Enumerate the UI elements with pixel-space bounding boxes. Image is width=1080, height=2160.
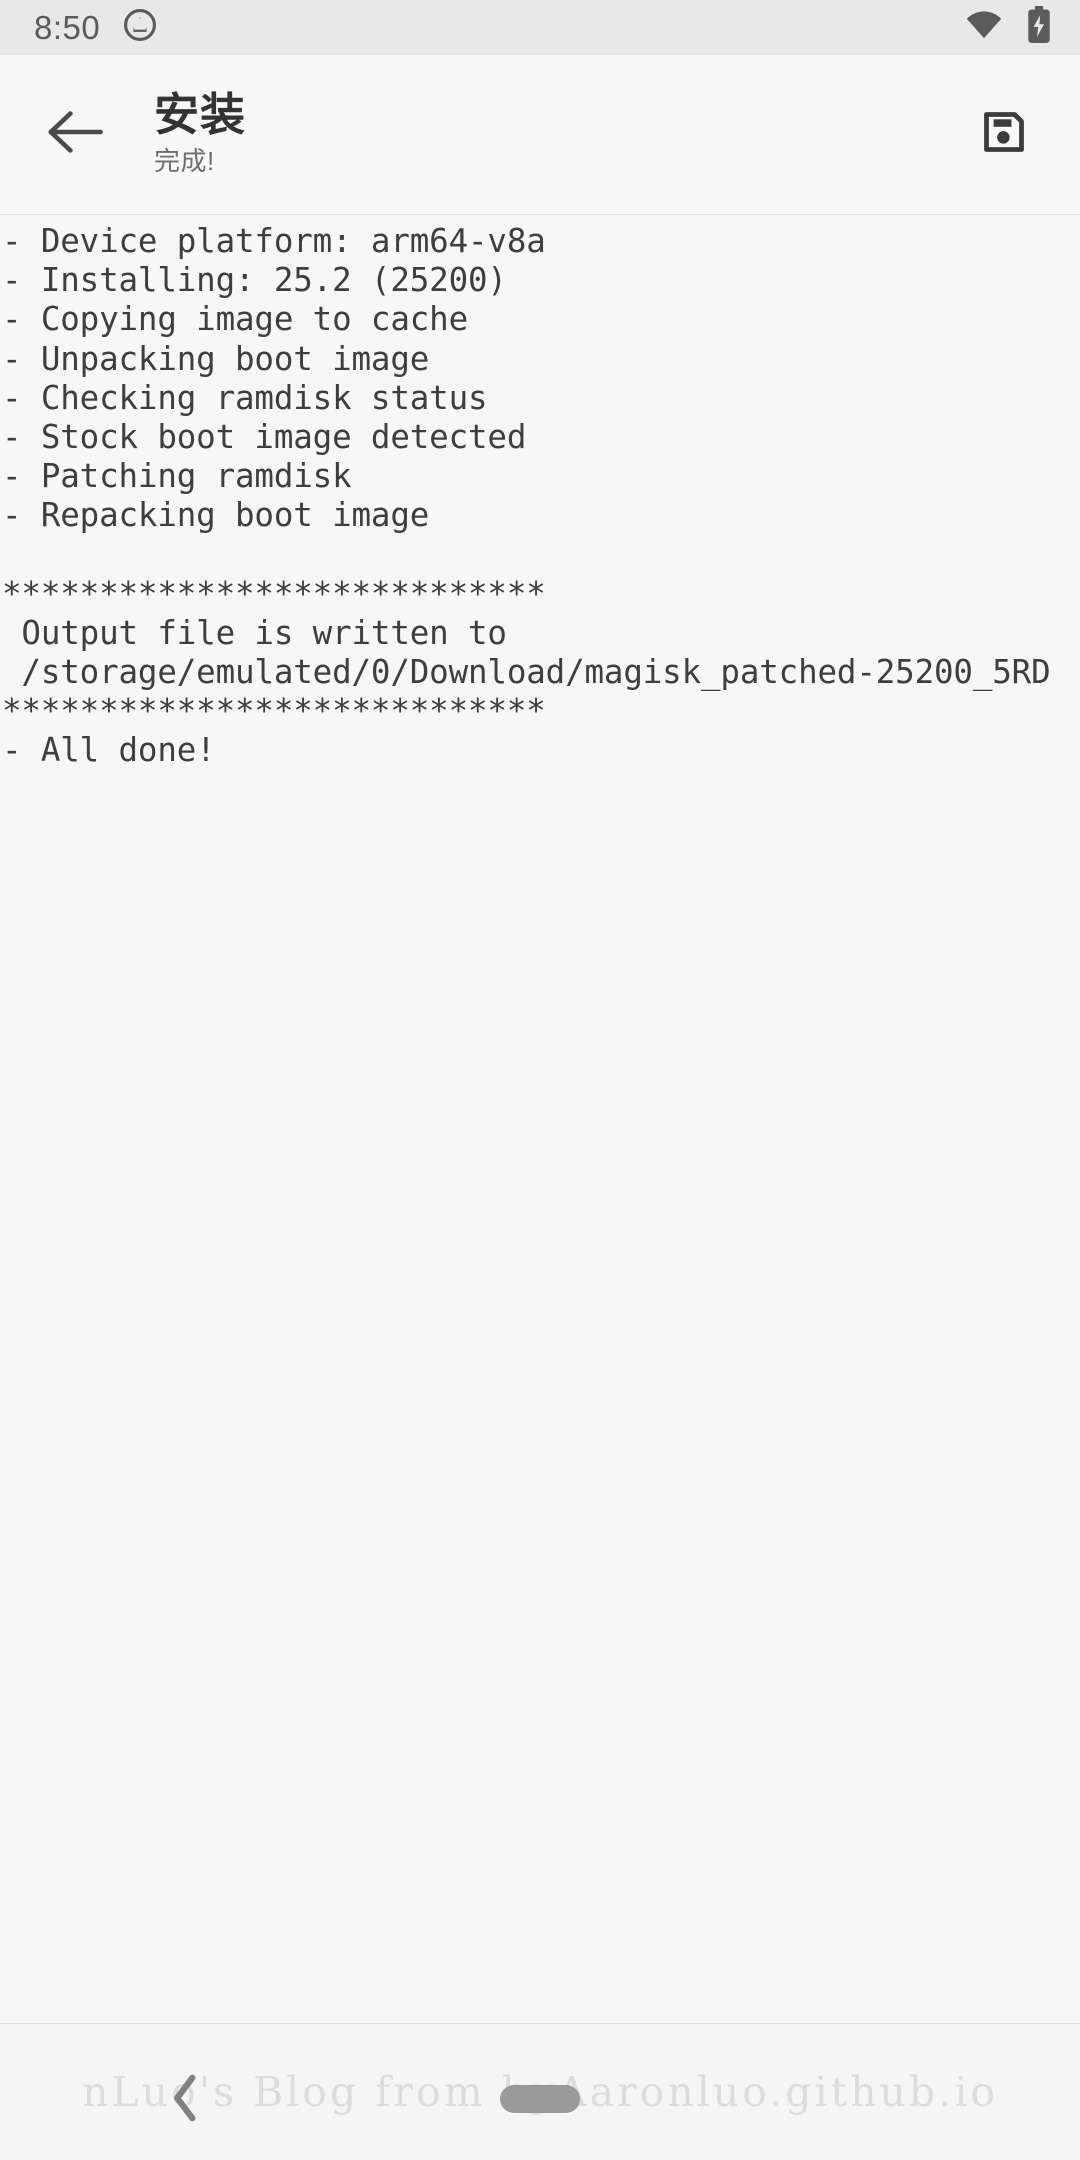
console-line: - Device platform: arm64-v8a [2,222,546,260]
status-bar-notification-icons [122,7,158,48]
console-line: - Repacking boot image [2,496,430,535]
console-line-list: - Device platform: arm64-v8a - Installing… [0,216,1080,771]
console-line: - Stock boot image detected [2,417,527,456]
magisk-circle-icon [122,7,158,48]
arrow-left-icon [48,109,104,160]
wifi-icon [964,9,1004,46]
save-icon [979,107,1029,162]
status-bar-system-icons [964,6,1052,49]
console-line: - Unpacking boot image [2,339,430,378]
console-line: - Checking ramdisk status [2,378,488,417]
console-line: - Copying image to cache [2,300,468,339]
save-button[interactable] [964,95,1044,175]
page-title: 安装 [154,89,247,141]
nav-back-button[interactable] [155,2070,215,2130]
back-button[interactable] [36,95,116,175]
home-gesture-pill[interactable] [500,2085,580,2113]
console-output[interactable]: - Device platform: arm64-v8a - Installing… [0,216,1080,2024]
app-bar-titles: 安装 完成! [154,90,964,178]
console-line: - Installing: 25.2 (25200) [2,261,507,300]
console-line: Output file is written to [2,613,507,652]
chevron-left-icon [168,2073,202,2128]
page-subtitle: 完成! [154,145,215,176]
console-line: - Patching ramdisk [2,457,352,496]
battery-charging-icon [1026,6,1052,49]
navigation-bar: nLuo's Blog from byAaronluo.github.io [0,2023,1080,2160]
console-line: /storage/emulated/0/Download/magisk_patc… [2,653,1051,692]
console-line: - All done! [2,731,216,770]
status-bar: 8:50 [0,0,1080,55]
console-line: **************************** [2,574,546,613]
status-bar-clock: 8:50 [34,8,101,46]
app-bar: 安装 完成! [0,55,1080,215]
console-line: **************************** [2,692,546,731]
